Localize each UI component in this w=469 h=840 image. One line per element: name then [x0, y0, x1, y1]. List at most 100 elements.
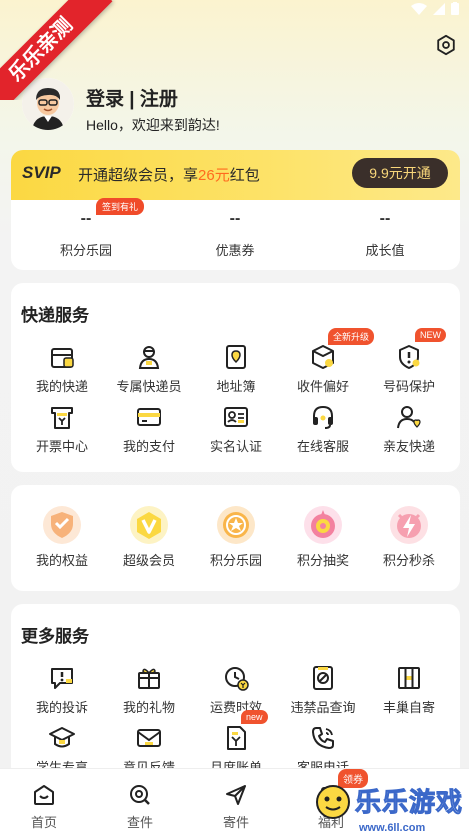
service-courier[interactable]: 专属快递员: [104, 343, 194, 395]
shield-icon: [399, 345, 420, 369]
service-label: 我的快递: [35, 379, 88, 394]
id-card-icon: [224, 407, 248, 427]
benefit-label: 积分乐园: [209, 553, 262, 568]
service-label: 实名认证: [209, 439, 262, 454]
benefit-label: 积分抽奖: [296, 553, 349, 568]
benefits-card: 我的权益 超级会员 积分乐园 积分抽奖 积分秒杀: [11, 485, 460, 591]
service-invoice[interactable]: 开票中心: [17, 403, 107, 455]
gift-icon: [138, 668, 160, 689]
stat-label: 成长值: [365, 243, 405, 258]
vip-icon: [130, 506, 168, 544]
service-label: 我的支付: [122, 439, 175, 454]
complaint-icon: [51, 668, 73, 689]
service-locker-send[interactable]: 丰巢自寄: [364, 664, 454, 716]
tab-home[interactable]: 首页: [14, 783, 74, 831]
benefit-points-lottery[interactable]: 积分抽奖: [278, 505, 368, 569]
service-address-book[interactable]: 地址簿: [191, 343, 281, 395]
benefit-super-vip[interactable]: 超级会员: [104, 505, 194, 569]
svip-open-button[interactable]: 9.9元开通: [352, 158, 448, 188]
svip-banner[interactable]: SVIP 开通超级会员，享26元红包 9.9元开通: [11, 150, 460, 200]
lottery-icon: [304, 506, 342, 544]
stat-growth[interactable]: -- 成长值: [325, 210, 445, 259]
tab-label: 查件: [126, 815, 153, 830]
stat-coupons[interactable]: -- 优惠券: [175, 210, 295, 259]
service-prohibited-query[interactable]: 违禁品查询: [278, 664, 368, 716]
courier-icon: [138, 346, 160, 369]
new-badge: new: [241, 710, 268, 724]
service-label: 运费时效: [209, 700, 262, 715]
service-label: 亲友快递: [382, 439, 435, 454]
watermark: 乐乐游戏 www.6ll.com: [305, 778, 465, 840]
service-payment[interactable]: 我的支付: [104, 403, 194, 455]
stat-value: --: [379, 210, 391, 227]
service-fee-time[interactable]: 运费时效: [191, 664, 281, 716]
stats-panel: -- 积分乐园 签到有礼 -- 优惠券 -- 成长值: [11, 198, 460, 270]
benefit-label: 超级会员: [122, 553, 175, 568]
service-online-support[interactable]: 在线客服: [278, 403, 368, 455]
tab-label: 寄件: [222, 815, 249, 830]
corner-banner: 乐乐亲测: [0, 0, 124, 100]
service-gift[interactable]: 我的礼物: [104, 664, 194, 716]
service-friends-express[interactable]: 亲友快递: [364, 403, 454, 455]
svip-text: 开通超级会员，享26元红包: [78, 167, 260, 184]
graduation-icon: [49, 727, 75, 748]
service-label: 地址簿: [216, 379, 256, 394]
stat-points-park[interactable]: -- 积分乐园: [26, 210, 146, 259]
settings-icon[interactable]: [435, 34, 457, 56]
home-icon: [34, 785, 54, 805]
benefit-points-park[interactable]: 积分乐园: [191, 505, 281, 569]
service-number-protection[interactable]: 号码保护: [364, 343, 454, 395]
sign-in-badge: 签到有礼: [96, 198, 145, 215]
benefit-points-flash[interactable]: 积分秒杀: [364, 505, 454, 569]
search-icon: [130, 785, 150, 805]
service-label: 在线客服: [296, 439, 349, 454]
service-label: 我的投诉: [35, 700, 88, 715]
phone-icon: [312, 727, 334, 749]
service-label: 丰巢自寄: [382, 700, 435, 715]
preference-icon: [312, 345, 334, 369]
tab-track[interactable]: 查件: [110, 783, 170, 831]
express-services-card: 快递服务 我的快递 专属快递员 地址簿 收件偏好 全新升级 号码保护 NEW 开…: [11, 283, 460, 472]
more-services-card: 更多服务 我的投诉 我的礼物 运费时效 违禁品查询 丰巢自寄 学生专享 意见反馈…: [11, 604, 460, 779]
service-realname[interactable]: 实名认证: [191, 403, 281, 455]
service-label: 我的礼物: [122, 700, 175, 715]
invoice-icon: [51, 407, 73, 429]
friends-icon: [397, 406, 421, 429]
prohibited-icon: [313, 666, 333, 690]
service-label: 专属快递员: [116, 379, 182, 394]
headset-icon: [313, 405, 333, 429]
service-label: 收件偏好: [296, 379, 349, 394]
signal-icon: [433, 2, 445, 15]
section-title: 更多服务: [21, 627, 89, 646]
package-icon: [51, 348, 74, 368]
card-icon: [137, 408, 161, 426]
service-receive-preference[interactable]: 收件偏好: [278, 343, 368, 395]
benefit-label: 积分秒杀: [382, 553, 435, 568]
service-complaint[interactable]: 我的投诉: [17, 664, 107, 716]
watermark-url: www.6ll.com: [359, 822, 426, 834]
stat-label: 积分乐园: [59, 243, 112, 258]
watermark-text: 乐乐游戏: [354, 787, 464, 818]
fee-time-icon: [225, 667, 249, 691]
service-label: 违禁品查询: [290, 700, 356, 715]
send-icon: [226, 785, 246, 805]
benefit-label: 我的权益: [35, 553, 88, 568]
rights-icon: [43, 506, 81, 544]
corner-banner-text: 乐乐亲测: [0, 0, 113, 100]
tab-send[interactable]: 寄件: [206, 783, 266, 831]
svip-tag: SVIP: [22, 163, 61, 182]
benefit-my-rights[interactable]: 我的权益: [17, 505, 107, 569]
service-label: 号码保护: [382, 379, 435, 394]
service-my-package[interactable]: 我的快递: [17, 343, 107, 395]
svip-highlight: 26元: [198, 167, 230, 184]
section-title: 快递服务: [21, 306, 89, 325]
locker-icon: [398, 667, 420, 689]
battery-icon: [451, 2, 459, 15]
bill-icon: [227, 726, 246, 750]
feedback-icon: [137, 729, 161, 747]
stat-label: 优惠券: [215, 243, 255, 258]
welcome-text: Hello，欢迎来到韵达!: [86, 117, 220, 133]
service-label: 开票中心: [35, 439, 88, 454]
tab-label: 首页: [30, 815, 57, 830]
wifi-icon: [411, 2, 427, 15]
